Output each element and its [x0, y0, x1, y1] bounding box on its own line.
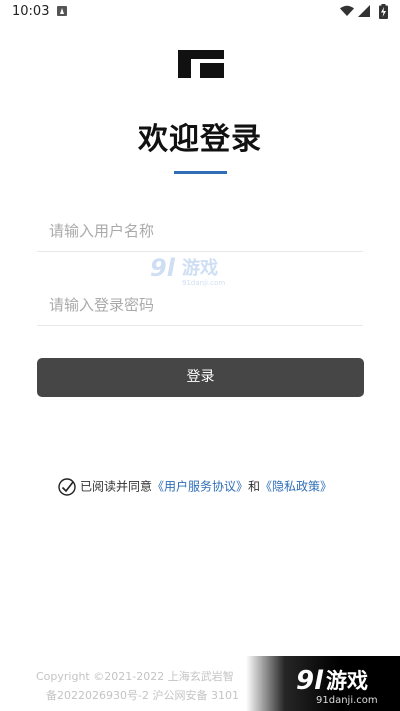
signal-icon [358, 5, 370, 17]
watermark-logo: 9l 游戏 91danji.com [150, 254, 225, 287]
svg-text:游戏: 游戏 [326, 669, 368, 693]
agreement-row: 已阅读并同意《用户服务协议》和《隐私政策》 [58, 476, 332, 496]
svg-text:9l: 9l [296, 666, 324, 696]
app-logo [178, 50, 224, 78]
status-time: 10:03 [12, 4, 50, 19]
agree-checkbox-icon[interactable] [58, 477, 76, 496]
watermark-banner: 9l 游戏 91danji.com [246, 656, 400, 711]
agreement-conjunction: 和 [248, 479, 261, 494]
footer-icp: 备2022026930号-2 沪公网安备 3101 [46, 689, 239, 702]
battery-charging-icon [379, 4, 388, 19]
watermark-corner-logo: 9l 游戏 91danji.com [296, 666, 378, 706]
username-input[interactable] [49, 217, 349, 245]
wifi-icon [340, 5, 354, 16]
notification-icon [57, 6, 67, 16]
login-button[interactable]: 登录 [37, 358, 364, 397]
status-bar: 10:03 [0, 0, 400, 24]
password-input[interactable] [49, 291, 349, 319]
page-title: 欢迎登录 [138, 122, 262, 157]
login-screen: 10:03 欢迎登录 9l 游戏 91danji.co [0, 0, 400, 711]
password-field-row [37, 285, 363, 326]
title-underline [174, 171, 227, 174]
footer-copyright: Copyright ©2021-2022 上海玄武岩智 [36, 670, 234, 683]
svg-text:91danji.com: 91danji.com [316, 695, 378, 706]
username-field-row [37, 211, 363, 252]
user-agreement-link[interactable]: 《用户服务协议》 [152, 480, 248, 494]
privacy-policy-link[interactable]: 《隐私政策》 [260, 480, 332, 494]
svg-text:9l: 9l [150, 254, 176, 282]
svg-text:游戏: 游戏 [182, 257, 218, 279]
agreement-prefix: 已阅读并同意 [80, 479, 153, 494]
